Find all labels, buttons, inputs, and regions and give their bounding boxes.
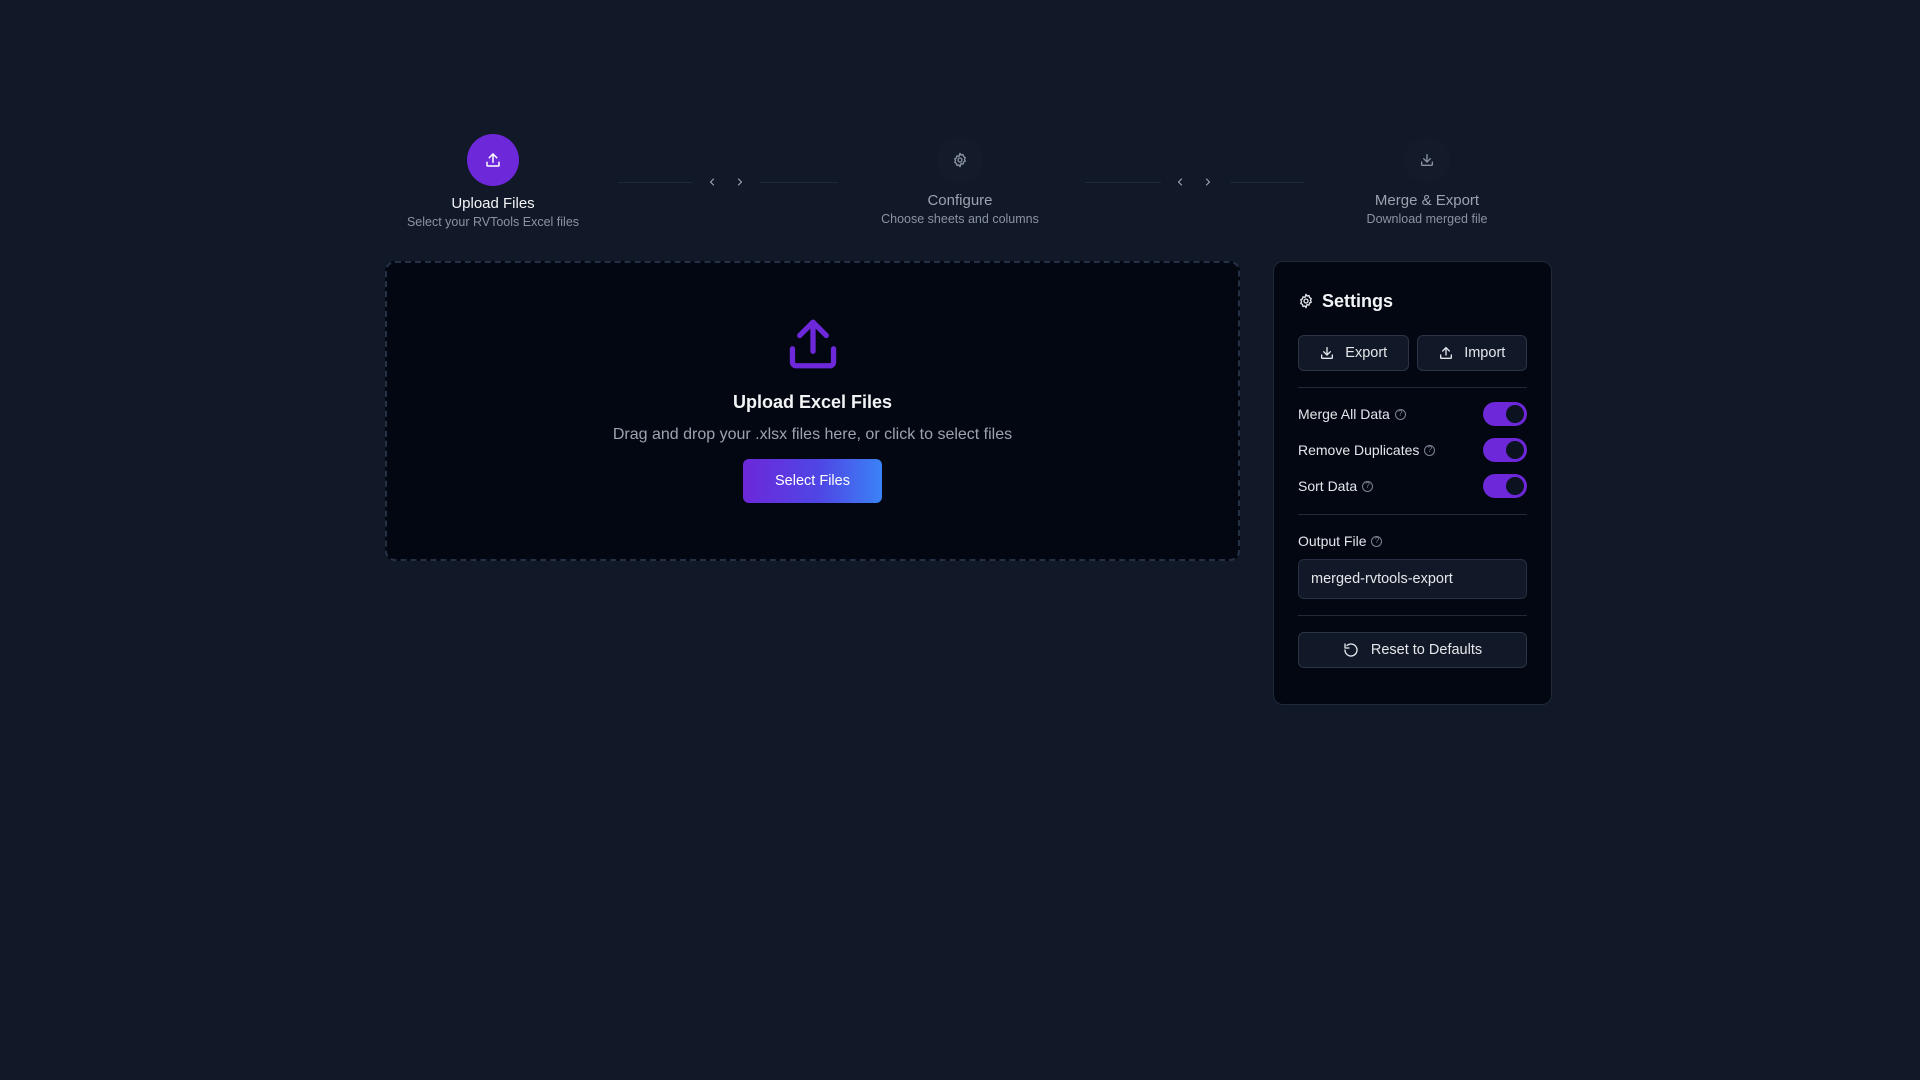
remove-duplicates-label: Remove Duplicates [1298,442,1420,458]
export-label: Export [1345,345,1388,361]
step-merge-circle [1404,137,1450,183]
dropzone-title: Upload Excel Files [732,392,893,412]
output-file-label: Output File [1298,533,1367,549]
progress-stepper: Upload Files Select your RVTools Excel f… [0,0,1920,240]
toggle-knob [1506,405,1524,423]
gear-icon [954,152,966,168]
sort-data-label: Sort Data [1298,478,1358,494]
step-configure[interactable]: Configure Choose sheets and columns [830,134,1090,227]
toggle-knob [1506,441,1524,459]
reset-to-defaults-button[interactable]: Reset to Defaults [1298,632,1527,668]
merge-all-data-label: Merge All Data [1298,406,1390,422]
upload-icon [789,319,836,369]
step-title: Merge & Export [1374,192,1480,209]
remove-duplicates-row: Remove Duplicates ? [1298,438,1527,462]
file-dropzone[interactable]: Upload Excel Files Drag and drop your .x… [385,261,1240,561]
help-icon[interactable]: ? [1362,480,1374,492]
settings-title: Settings [1322,290,1394,311]
step-connector [1085,182,1161,183]
sort-data-toggle[interactable] [1483,474,1527,498]
import-settings-button[interactable]: Import [1416,335,1527,371]
help-icon[interactable]: ? [1371,535,1383,547]
sort-data-row: Sort Data ? [1298,474,1527,498]
help-icon[interactable]: ? [1424,444,1436,456]
remove-duplicates-label-wrap: Remove Duplicates ? [1298,442,1436,458]
divider [1298,615,1527,616]
step-subtitle: Download merged file [1366,212,1488,226]
settings-header: Settings [1298,289,1527,313]
import-label: Import [1464,345,1506,361]
step-connector [618,182,692,183]
download-icon [1321,347,1334,359]
step-title: Upload Files [451,195,535,212]
step-subtitle: Choose sheets and columns [881,212,1039,226]
chevron-right-icon[interactable] [730,172,750,192]
step-subtitle: Select your RVTools Excel files [406,215,580,229]
step-merge-export[interactable]: Merge & Export Download merged file [1297,134,1557,227]
step-connector [760,182,838,183]
dropzone-icon-wrap [387,315,1238,373]
upload-icon [1440,347,1453,359]
step-title: Configure [927,192,993,209]
toggle-knob [1506,477,1524,495]
output-file-label-wrap: Output File ? [1298,533,1527,549]
upload-icon [486,153,500,167]
step-configure-circle [937,137,983,183]
step-upload-circle [467,134,519,186]
remove-duplicates-toggle[interactable] [1483,438,1527,462]
help-icon[interactable]: ? [1394,408,1406,420]
merge-all-data-row: Merge All Data ? [1298,402,1527,426]
output-file-input[interactable] [1298,559,1527,599]
reset-label: Reset to Defaults [1370,642,1483,658]
reset-icon [1344,643,1358,657]
chevron-left-icon[interactable] [702,172,722,192]
chevron-right-icon[interactable] [1198,172,1218,192]
sort-data-label-wrap: Sort Data ? [1298,478,1374,494]
settings-actions: Export Import [1298,335,1527,371]
merge-all-data-toggle[interactable] [1483,402,1527,426]
download-icon [1421,154,1433,166]
step-upload-files[interactable]: Upload Files Select your RVTools Excel f… [363,134,623,230]
chevron-left-icon[interactable] [1170,172,1190,192]
select-files-button[interactable]: Select Files [743,459,882,503]
step-connector [1230,182,1304,183]
settings-panel: Settings Export Import Merge All Data ? … [1273,261,1552,705]
divider [1298,514,1527,515]
gear-icon [1300,293,1312,309]
merge-all-data-label-wrap: Merge All Data ? [1298,406,1406,422]
divider [1298,387,1527,388]
dropzone-description: Drag and drop your .xlsx files here, or … [612,426,1013,443]
export-settings-button[interactable]: Export [1298,335,1409,371]
